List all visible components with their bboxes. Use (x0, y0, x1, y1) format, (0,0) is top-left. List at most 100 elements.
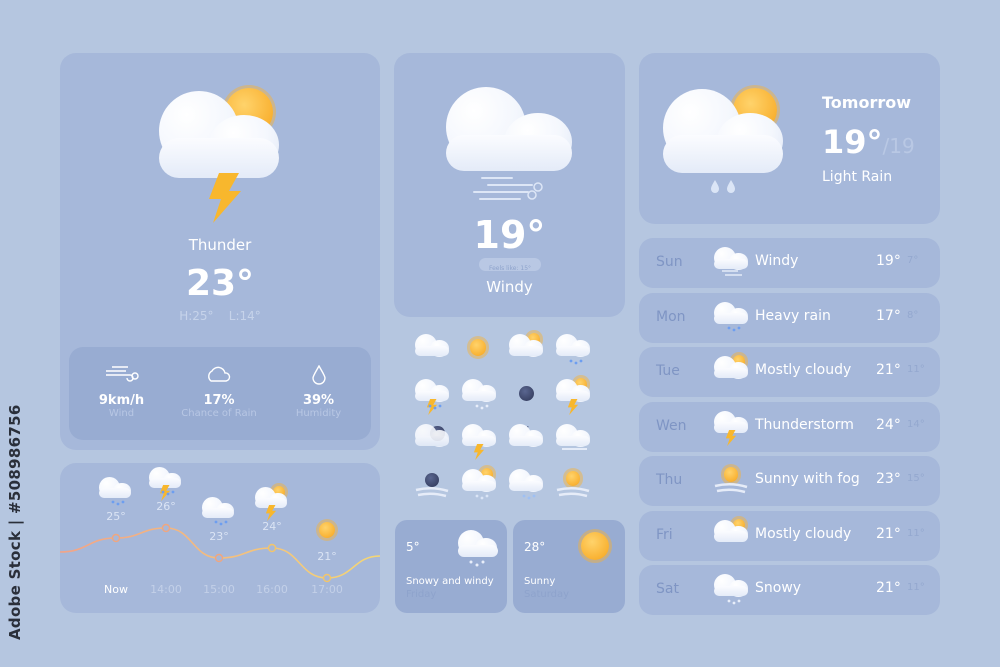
weekly-day: Sun (656, 254, 683, 270)
wind-value: 9km/h (98, 393, 145, 408)
cloud-thunder-icon[interactable] (461, 423, 501, 460)
weekly-row-thu[interactable]: Thu Sunny with fog 23° 15° (639, 456, 940, 506)
sun-icon (581, 532, 609, 560)
stat-chance-of-rain: 17% Chance of Rain (169, 365, 269, 419)
mini-card-temp: 28° (524, 540, 546, 554)
hourly-temp: 24° (262, 520, 282, 533)
cloud-snow-icon (713, 573, 749, 607)
windy-condition: Windy (486, 278, 533, 296)
weekly-condition: Mostly cloudy (755, 362, 852, 378)
hourly-point (111, 533, 121, 543)
watermark-id: Adobe Stock | #508986756 (6, 404, 24, 640)
cloud-sun-thunder-icon[interactable] (555, 378, 595, 415)
weekly-condition: Heavy rain (755, 307, 831, 324)
hourly-temp: 21° (317, 550, 337, 563)
cloud-outline-icon (208, 366, 231, 382)
mini-card-condition: Sunny (524, 576, 556, 587)
cloud-snow-icon[interactable] (461, 378, 501, 414)
mini-card-friday[interactable]: 5° Snowy and windy Friday (395, 520, 507, 613)
cloud-wind-icon (713, 246, 749, 280)
hourly-time: 17:00 (311, 583, 343, 596)
mini-card-day: Friday (406, 589, 437, 600)
moon-fog-icon[interactable] (414, 468, 454, 504)
weekly-day: Fri (656, 526, 673, 543)
cloud-rain-icon (713, 301, 749, 335)
cloud-icon[interactable] (414, 333, 454, 369)
hourly-time: 16:00 (256, 583, 288, 596)
windy-temperature: 19° (473, 213, 546, 257)
cloud-sun-rain-icon[interactable] (461, 468, 501, 504)
weekly-day: Thu (656, 472, 683, 488)
tomorrow-secondary-temp: /19 (882, 134, 915, 158)
windy-card: 19° Feels like: 15° Windy (394, 53, 625, 317)
cloud-rain-icon (98, 476, 134, 508)
weekly-low: 7° (907, 255, 919, 266)
weekly-row-fri[interactable]: Fri Mostly cloudy 21° 11° (639, 510, 940, 561)
weekly-low: 15° (907, 473, 925, 484)
cloud-rain-icon (201, 496, 237, 528)
sun-fog-icon[interactable] (555, 468, 595, 504)
hourly-point (161, 523, 171, 533)
feels-like-badge: Feels like: 15° (479, 258, 541, 272)
weekly-high: 23° (876, 471, 901, 487)
stat-wind: 9km/h Wind (79, 365, 164, 419)
cloud-fog-icon[interactable] (555, 423, 595, 459)
cloud-thunder-icon (713, 410, 749, 447)
weekly-day: Wen (656, 417, 687, 434)
weekly-day: Sat (656, 581, 679, 597)
cloud-sun-thunder-icon (157, 83, 282, 223)
weekly-row-sun[interactable]: Sun Windy 19° 7° (639, 238, 940, 288)
weekly-low: 11° (907, 582, 925, 593)
sun-icon[interactable] (461, 333, 501, 369)
hourly-point (322, 573, 332, 583)
weekly-day: Tue (656, 363, 680, 379)
weekly-condition: Windy (755, 253, 799, 269)
wind-icon (105, 366, 139, 382)
weekly-low: 8° (907, 309, 919, 321)
cloud-dark-moon-icon[interactable] (414, 423, 454, 459)
cloud-sun-icon[interactable] (508, 333, 548, 369)
weekly-condition: Snowy (755, 580, 802, 596)
cloud-sun-icon (713, 518, 749, 553)
mini-card-temp: 5° (406, 540, 420, 554)
weekly-row-sat[interactable]: Sat Snowy 21° 11° (639, 565, 940, 615)
weekly-low: 11° (907, 364, 925, 375)
mini-card-saturday[interactable]: 28° Sunny Saturday (513, 520, 625, 613)
humidity-label: Humidity (295, 408, 342, 419)
hourly-point (214, 553, 224, 563)
weekly-high: 21° (876, 362, 901, 378)
cloud-sun-rain-icon (661, 83, 786, 198)
weekly-row-wen[interactable]: Wen Thunderstorm 24° 14° (639, 401, 940, 452)
weekly-low: 14° (907, 418, 925, 430)
hourly-forecast-card: 25° Now 26° 14:00 23° 15:00 24° 16:00 21° 17:0… (60, 463, 380, 613)
weekly-condition: Mostly cloudy (755, 525, 852, 542)
rain-chance-label: Chance of Rain (181, 408, 257, 419)
droplet-icon (311, 364, 326, 385)
hourly-time: Now (104, 583, 128, 596)
current-temperature: 23° (185, 263, 255, 304)
wind-label: Wind (108, 408, 135, 419)
current-weather-card: Thunder 23° H:25° L:14° 9km/h Wind 17% C… (60, 53, 380, 450)
current-condition: Thunder (188, 236, 252, 254)
hourly-temp: 25° (106, 510, 126, 523)
current-low: L:14° (228, 309, 261, 323)
cloud-moon-stars-icon[interactable] (508, 423, 548, 459)
tomorrow-title: Tomorrow (822, 93, 911, 112)
weekly-row-tue[interactable]: Tue Mostly cloudy 21° 11° (639, 347, 940, 397)
cloud-sun-icon (713, 355, 749, 389)
cloud-thunder-rain-icon[interactable] (414, 378, 454, 415)
stat-humidity: 39% Humidity (276, 364, 361, 419)
weekly-condition: Thunderstorm (755, 416, 854, 433)
tomorrow-temperature: 19° (822, 123, 883, 161)
weekly-high: 21° (876, 525, 901, 542)
moon-dark-icon[interactable] (508, 378, 548, 414)
cloud-rain-icon[interactable] (555, 333, 595, 369)
feels-like-text: Feels like: 15° (488, 265, 532, 272)
tomorrow-condition: Light Rain (822, 169, 893, 185)
weekly-row-mon[interactable]: Mon Heavy rain 17° 8° (639, 292, 940, 343)
humidity-value: 39% (302, 393, 335, 408)
weekly-condition: Sunny with fog (755, 471, 860, 487)
weekly-high: 19° (876, 253, 901, 269)
hourly-time: 14:00 (150, 583, 182, 596)
cloud-snow-rain-icon[interactable] (508, 468, 548, 504)
